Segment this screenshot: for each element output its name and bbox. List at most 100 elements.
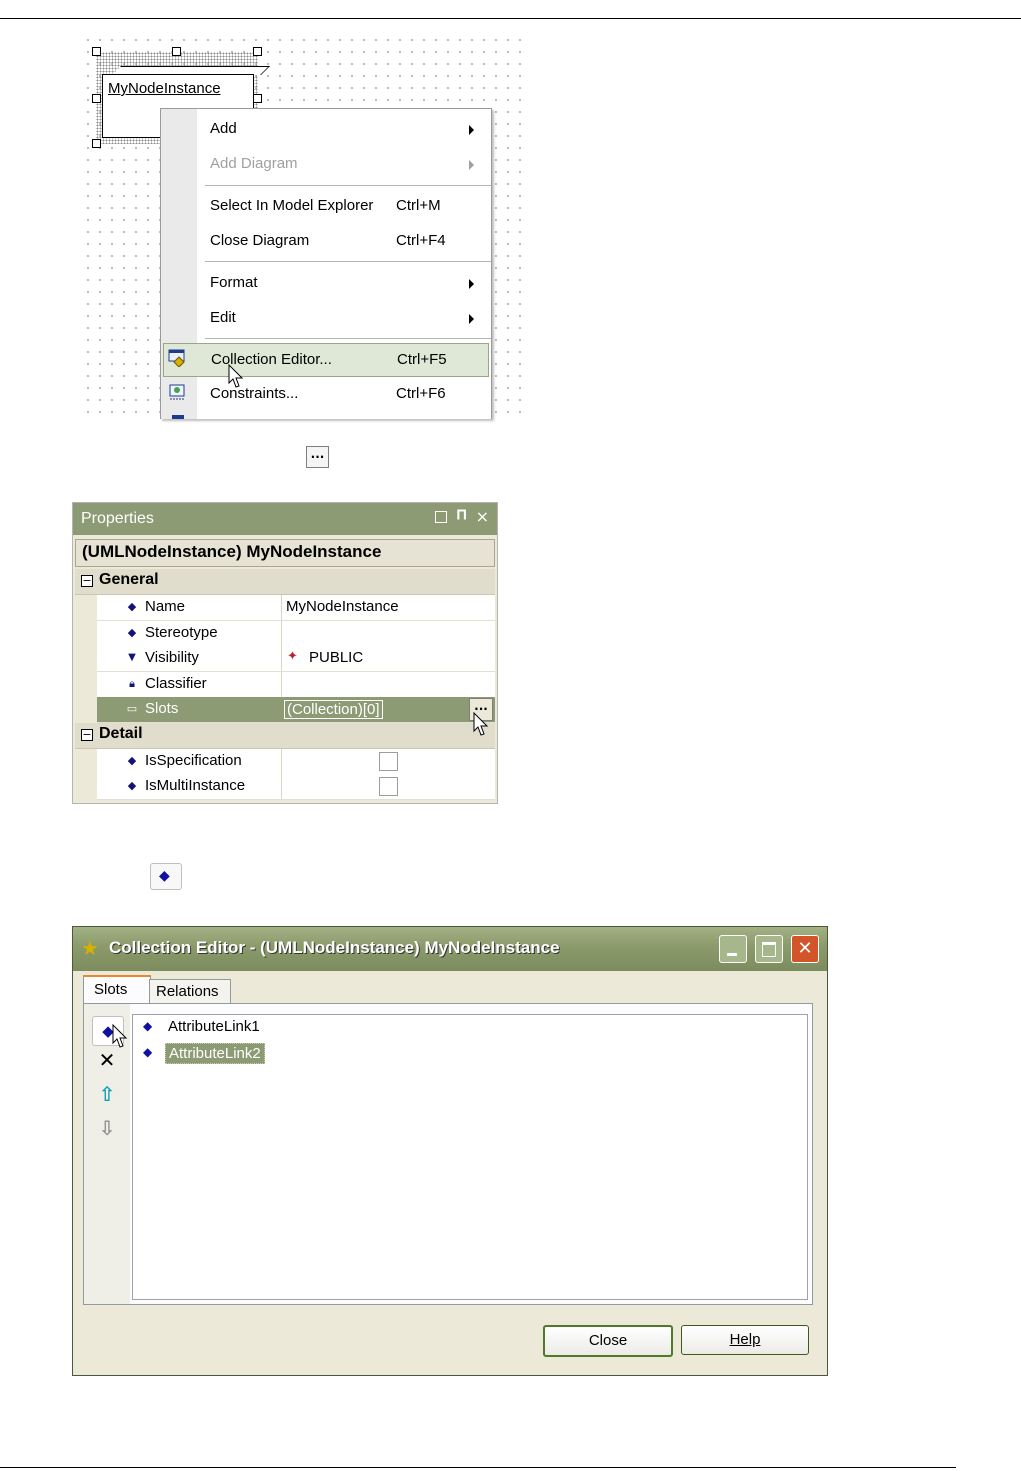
property-name-cell: ◆ Name [97,595,282,620]
property-label: Slots [145,700,179,717]
property-name-cell: 🔒︎ Classifier [97,672,282,697]
submenu-arrow-icon [469,125,474,135]
tab-label: Slots [94,981,128,998]
selection-handle[interactable] [172,47,181,56]
menu-separator [205,185,491,186]
node-instance-label: MyNodeInstance [108,80,221,97]
collection-editor-titlebar[interactable]: ★ Collection Editor - (UMLNodeInstance) … [73,927,827,971]
submenu-arrow-icon [469,160,474,170]
menu-item-collection-editor[interactable]: Collection Editor... Ctrl+F5 [163,343,489,377]
property-row-ismultiinstance[interactable]: ◆ IsMultiInstance [97,774,495,800]
menu-item-label: Close Diagram [210,232,310,249]
property-row-isspecification[interactable]: ◆ IsSpecification [97,749,495,775]
property-label: Classifier [145,675,207,692]
category-detail[interactable]: − Detail [75,723,495,749]
property-row-visibility[interactable]: ▼ Visibility ✦ PUBLIC [97,646,495,672]
menu-item-label: Constraints... [210,385,299,402]
diamond-icon: ◆ [127,626,137,639]
menu-item-edit[interactable]: Edit [161,302,491,334]
menu-item-select-in-model-explorer[interactable]: Select In Model Explorer Ctrl+M [161,190,491,222]
list-item-label: AttributeLink1 [168,1018,260,1035]
move-down-button[interactable]: ⇩ [92,1114,122,1142]
menu-item-label: Format [210,274,258,291]
collapse-icon[interactable]: − [81,575,93,587]
diamond-icon: ◆ [143,1019,153,1033]
panel-close-icon[interactable]: × [476,507,489,526]
collapse-icon[interactable]: − [81,729,93,741]
lock-icon: 🔒︎ [129,677,135,690]
selection-handle[interactable] [92,139,101,148]
category-general[interactable]: − General [75,569,495,595]
maximize-button[interactable] [755,935,783,963]
move-up-button[interactable]: ⇧ [92,1080,122,1108]
maximize-icon [762,942,776,957]
properties-object-header: (UMLNodeInstance) MyNodeInstance [75,539,495,567]
tab-label: Relations [156,983,219,1000]
menu-item-add[interactable]: Add [161,113,491,145]
public-visibility-icon: ✦ [287,649,298,664]
context-menu: Add Add Diagram Select In Model Explorer… [160,108,492,419]
property-label: Stereotype [145,624,218,641]
mouse-cursor-icon [112,1024,128,1048]
ismultiinstance-checkbox[interactable] [379,777,398,796]
property-label: Name [145,598,186,615]
property-row-classifier[interactable]: 🔒︎ Classifier [97,672,495,698]
menu-item-shortcut: Ctrl+F5 [397,351,447,368]
submenu-arrow-icon [469,279,474,289]
slots-tab-panel: ◆ ✕ ⇧ ⇩ ◆ AttributeLink1 ◆ AttributeLink… [83,1003,813,1305]
category-label: General [99,571,159,588]
category-label: Detail [99,725,143,742]
property-label: IsSpecification [145,752,242,769]
app-star-icon: ★ [81,936,99,960]
selection-handle[interactable] [92,47,101,56]
property-value-visibility[interactable]: PUBLIC [309,649,363,666]
property-value-name[interactable]: MyNodeInstance [286,598,399,615]
diamond-icon: ◆ [127,779,137,792]
page-top-rule [0,18,1021,19]
property-label: Visibility [145,649,199,666]
collection-rect-icon: ▭ [126,702,138,715]
menu-item-format[interactable]: Format [161,267,491,299]
selection-handle[interactable] [253,94,262,103]
menu-item-label: Edit [210,309,236,326]
menu-item-shortcut: Ctrl+M [396,197,441,214]
property-value-slots[interactable]: (Collection)[0] [284,700,383,719]
diamond-icon: ◆ [127,754,137,767]
isspecification-checkbox[interactable] [379,752,398,771]
property-label: IsMultiInstance [145,777,246,794]
property-row-name[interactable]: ◆ Name MyNodeInstance [97,595,495,621]
minimize-icon [727,953,737,956]
tab-relations[interactable]: Relations [149,979,231,1004]
menu-item-add-diagram[interactable]: Add Diagram [161,148,491,180]
close-button[interactable]: Close [543,1325,673,1357]
window-close-button[interactable]: ✕ [791,935,819,963]
browse-ellipsis-glyph: ... [306,446,329,468]
selection-handle[interactable] [92,94,101,103]
collection-editor-title: Collection Editor - (UMLNodeInstance) My… [109,938,560,957]
minimize-button[interactable] [719,935,747,963]
slots-list[interactable]: ◆ AttributeLink1 ◆ AttributeLink2 [132,1014,808,1300]
panel-pin-icon[interactable]: 𝚷 [456,508,467,524]
menu-item-constraints[interactable]: Constraints... Ctrl+F6 [161,378,491,410]
delete-item-button[interactable]: ✕ [92,1046,122,1074]
menu-icon-partial [172,415,184,419]
diamond-icon: ◆ [127,600,137,613]
property-name-cell: ▭ Slots [97,697,282,722]
diamond-icon: ◆ [159,868,170,884]
help-button[interactable]: Help [681,1325,809,1355]
menu-item-close-diagram[interactable]: Close Diagram Ctrl+F4 [161,225,491,257]
panel-float-icon[interactable] [435,511,447,523]
properties-object-name: (UMLNodeInstance) MyNodeInstance [82,542,382,561]
tab-slots[interactable]: Slots [83,975,151,1005]
menu-item-label: Select In Model Explorer [210,197,374,214]
diamond-icon: ◆ [143,1045,153,1059]
constraints-icon [169,384,185,400]
selection-handle[interactable] [253,47,262,56]
list-item-label: AttributeLink2 [165,1043,265,1064]
property-row-slots[interactable]: ▭ Slots (Collection)[0] ... [97,697,495,723]
menu-item-shortcut: Ctrl+F4 [396,232,446,249]
property-row-stereotype[interactable]: ◆ Stereotype [97,621,495,647]
property-name-cell: ▼ Visibility [97,646,282,671]
collection-editor-icon [168,349,185,367]
menu-separator [205,261,491,262]
